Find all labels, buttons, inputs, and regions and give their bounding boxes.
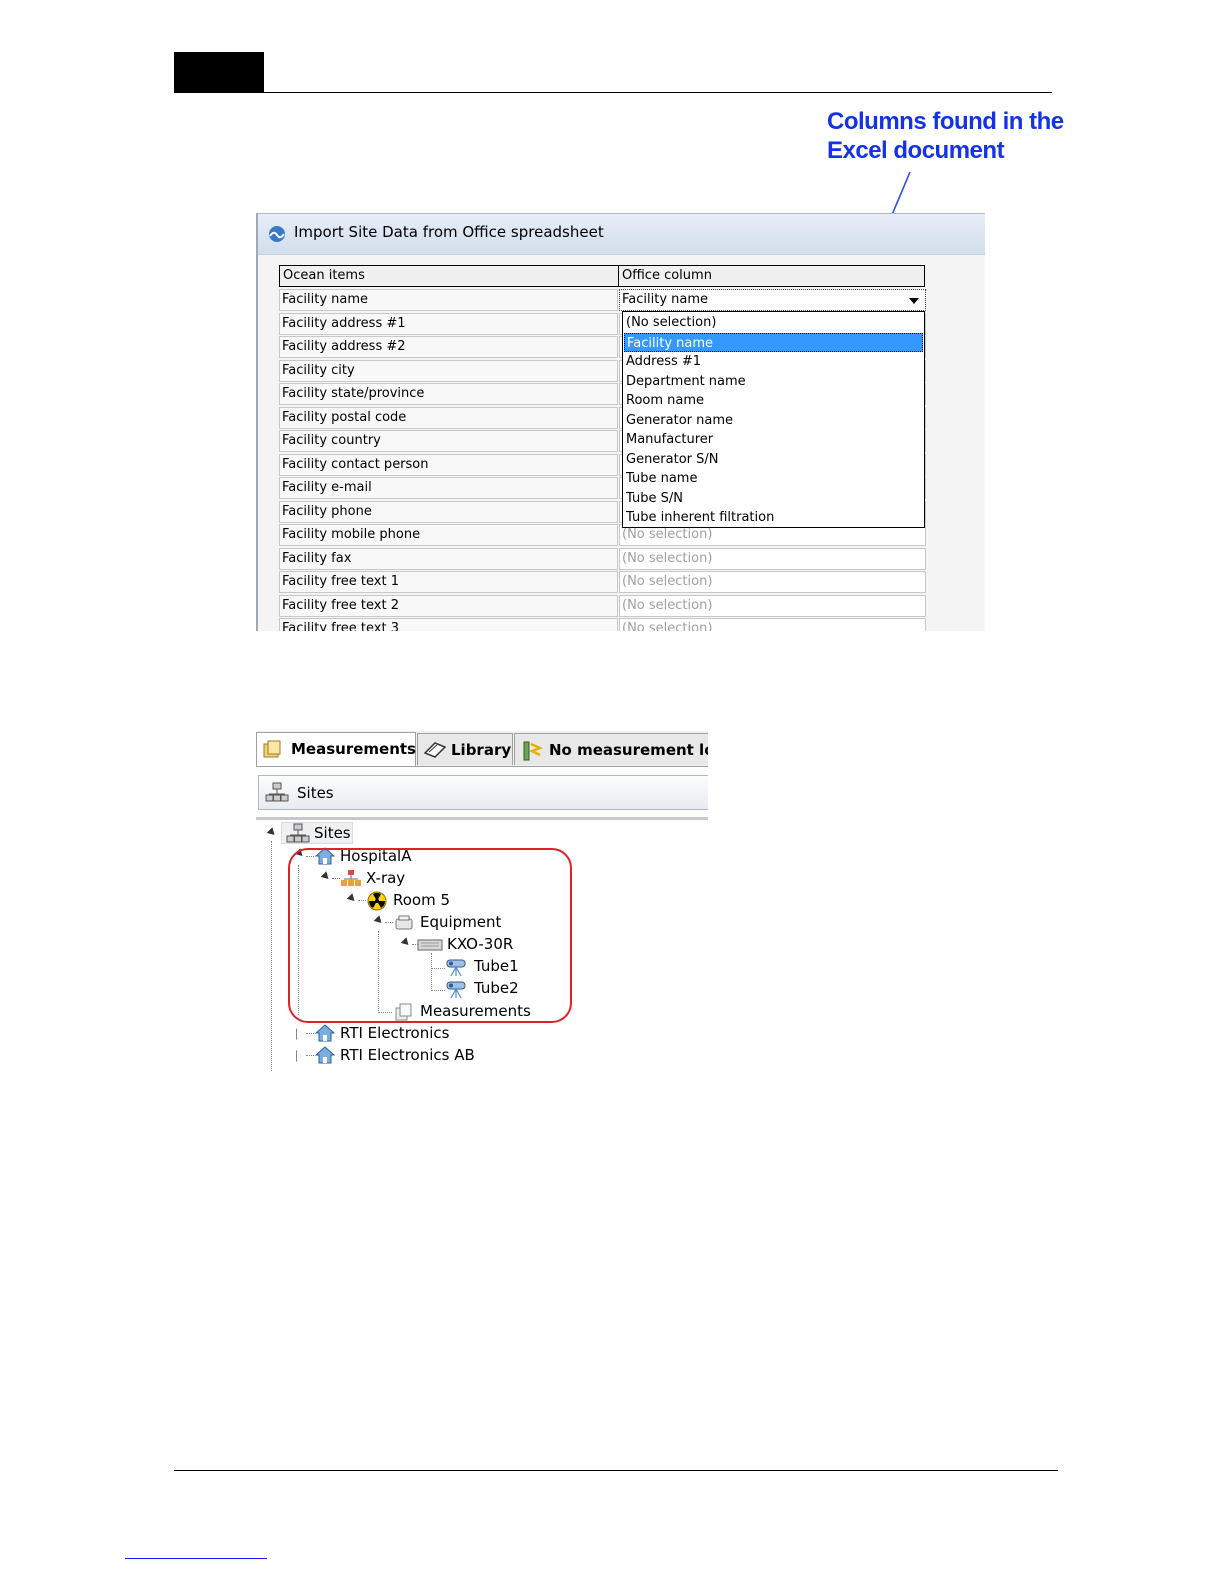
tree-label-sites: Sites [314,824,351,842]
dropdown-option[interactable]: Manufacturer [624,430,923,450]
ocean-item-cell: Facility city [279,359,618,382]
sites-icon [286,823,310,843]
tab-measurements[interactable]: Measurements [256,732,416,766]
ocean-item-cell: Facility mobile phone [279,524,618,546]
expand-arrow-icon[interactable] [266,827,278,838]
column-header-ocean-items[interactable]: Ocean items [283,268,365,283]
library-icon [423,742,447,758]
dropdown-option[interactable]: Generator S/N [624,450,923,470]
tab-bar: Measurements Library No measurement loa [256,731,708,767]
office-column-dropdown[interactable]: (No selection) Facility name Address #1 Dep… [622,311,925,528]
dropdown-option[interactable]: Tube name [624,469,923,489]
ocean-item-cell: Facility address #2 [279,336,618,358]
tab-library-label: Library [451,741,512,759]
tree-label-site-rti: RTI Electronics [340,1024,450,1042]
ocean-item-cell: Facility free text 1 [279,571,618,593]
grid-header: Ocean items Office column [279,265,925,287]
office-column-value: (No selection) [622,597,713,613]
sites-toolbar-label: Sites [297,784,334,802]
office-column-cell[interactable]: (No selection) [619,618,926,631]
import-dialog: Import Site Data from Office spreadsheet… [256,213,985,631]
ocean-item-cell: Facility free text 3 [279,618,618,631]
office-column-value: (No selection) [622,621,713,631]
office-column-value: (No selection) [622,527,713,542]
dropdown-option[interactable]: Address #1 [624,352,923,372]
tab-library[interactable]: Library [417,733,513,765]
dropdown-option[interactable]: (No selection) [624,313,923,333]
office-column-cell[interactable]: (No selection) [619,571,926,593]
office-column-cell[interactable]: (No selection) [619,594,926,617]
office-column-cell[interactable]: (No selection) [619,547,926,570]
dropdown-option[interactable]: Department name [624,372,923,392]
ocean-item-cell: Facility fax [279,547,618,570]
ocean-item-cell: Facility state/province [279,383,618,405]
sites-icon [265,782,289,802]
annotation-line-1: Columns found in the [827,108,1064,135]
ocean-item-cell: Facility address #1 [279,312,618,335]
ocean-item-cell: Facility country [279,430,618,452]
dropdown-option[interactable]: Tube S/N [624,489,923,509]
header-block [174,52,264,93]
dialog-titlebar[interactable]: Import Site Data from Office spreadsheet [258,214,985,254]
grid-row[interactable]: Facility name Facility name [279,289,927,313]
ocean-item-cell: Facility e-mail [279,477,618,499]
footer-rule [174,1470,1058,1471]
tab-no-measurement-label: No measurement loa [549,741,708,759]
tree-label-site-rti-ab: RTI Electronics AB [340,1046,475,1064]
ocean-item-cell: Facility free text 2 [279,594,618,617]
ocean-item-cell: Facility phone [279,500,618,523]
dropdown-option[interactable]: Room name [624,391,923,411]
dropdown-option[interactable]: Generator name [624,411,923,431]
grid-row[interactable]: Facility fax (No selection) [279,547,927,572]
tree-separator [256,817,708,820]
column-header-office-column[interactable]: Office column [622,268,712,283]
measurements-icon [263,740,281,758]
highlight-ring [288,848,572,1023]
office-column-cell[interactable]: Facility name [619,289,926,311]
grid-row[interactable]: Facility free text 1 (No selection) [279,571,927,595]
office-column-value: Facility name [622,292,709,307]
header-rule [264,92,1052,93]
tab-measurements-label: Measurements [291,740,416,758]
measurement-load-icon [523,741,544,761]
office-column-value: (No selection) [622,550,713,566]
chevron-down-icon[interactable] [909,298,919,304]
dropdown-option[interactable]: Tube inherent filtration [624,508,923,528]
dropdown-option[interactable]: Facility name [624,332,923,352]
sites-tree-panel: Measurements Library No measurement loa [256,731,708,1071]
house-icon [315,1024,335,1042]
ocean-item-cell: Facility postal code [279,406,618,429]
house-icon [315,1046,335,1064]
ocean-item-cell: Facility contact person [279,453,618,476]
annotation-callout: Columns found in the Excel document [827,107,1097,165]
grid-row[interactable]: Facility free text 3 (No selection) [279,618,927,631]
dialog-title: Import Site Data from Office spreadsheet [294,223,604,241]
grid-row[interactable]: Facility free text 2 (No selection) [279,594,927,619]
sites-toolbar[interactable]: Sites [258,775,708,810]
ocean-app-icon [269,226,285,242]
tab-no-measurement[interactable]: No measurement loa [514,733,708,765]
office-column-value: (No selection) [622,574,713,589]
footer-link-rule [125,1558,267,1559]
ocean-item-cell: Facility name [279,289,618,311]
